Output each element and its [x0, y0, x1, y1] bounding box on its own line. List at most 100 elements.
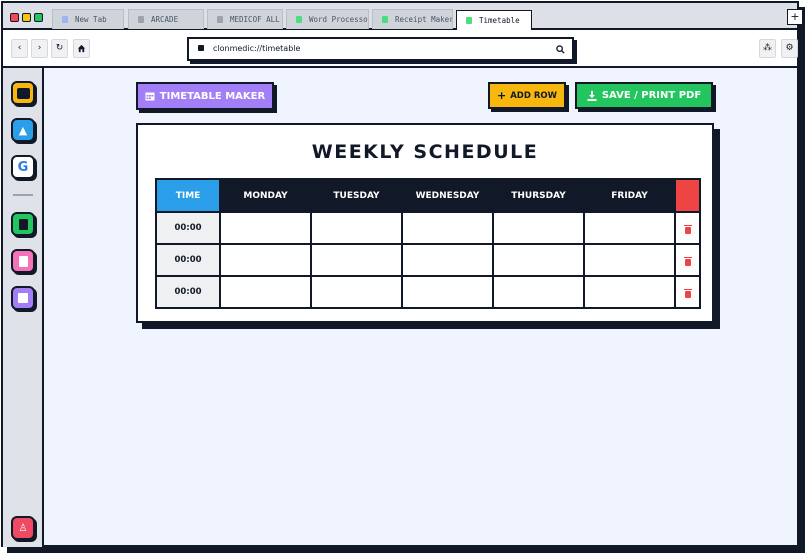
trash-icon	[683, 288, 692, 298]
tab-word-processor[interactable]: Word Processor	[286, 9, 369, 29]
schedule-cell[interactable]	[219, 275, 312, 309]
minimize-window-dot[interactable]	[22, 13, 31, 22]
app-sidebar: ▲ G ♙	[3, 68, 44, 547]
gamepad-icon	[16, 87, 30, 99]
add-row-button[interactable]: + ADD ROW	[488, 82, 566, 109]
tab-favicon-icon	[62, 16, 68, 23]
timetable-maker-button[interactable]: TIMETABLE MAKER	[136, 82, 274, 110]
document-icon	[18, 218, 28, 230]
tab-label: New Tab	[75, 15, 107, 24]
delete-row-button[interactable]	[674, 275, 701, 309]
sidebar-item-school[interactable]: ▲	[11, 118, 35, 142]
maximize-window-dot[interactable]	[34, 13, 43, 22]
tab-label: Receipt Maker	[395, 15, 453, 24]
sidebar-item-timetable[interactable]	[11, 286, 35, 310]
schedule-cell[interactable]	[492, 211, 585, 245]
tab-favicon-icon	[138, 16, 144, 23]
reload-icon: ↻	[55, 43, 64, 53]
home-button[interactable]	[73, 39, 90, 58]
delete-row-button[interactable]	[674, 211, 701, 245]
tab-favicon-icon	[296, 16, 302, 23]
back-button[interactable]: ‹	[11, 39, 28, 58]
schedule-cell[interactable]	[401, 275, 494, 309]
settings-button[interactable]: ⚙	[781, 39, 798, 58]
header-tuesday: TUESDAY	[310, 178, 403, 213]
tab-medicof-all[interactable]: MEDICOF ALL	[207, 9, 283, 29]
schedule-table: TIME MONDAY TUESDAY WEDNESDAY THURSDAY F…	[155, 178, 701, 309]
calendar-icon	[18, 293, 28, 303]
graduation-cap-icon: ▲	[18, 123, 28, 137]
header-thursday: THURSDAY	[492, 178, 585, 213]
address-text: clonmedic://timetable	[213, 44, 301, 53]
reload-button[interactable]: ↻	[51, 39, 68, 58]
new-tab-button[interactable]: +	[787, 9, 803, 25]
sidebar-item-google[interactable]: G	[11, 155, 35, 179]
schedule-cell[interactable]	[583, 275, 676, 309]
schedule-cell[interactable]	[219, 211, 312, 245]
header-row: TIME MONDAY TUESDAY WEDNESDAY THURSDAY F…	[155, 178, 701, 213]
sidebar-item-word[interactable]	[11, 212, 35, 236]
save-print-pdf-button[interactable]: SAVE / PRINT PDF	[575, 82, 713, 109]
schedule-cell[interactable]	[310, 211, 403, 245]
schedule-cell[interactable]	[401, 243, 494, 277]
timetable-maker-label: TIMETABLE MAKER	[159, 90, 266, 102]
download-icon	[587, 90, 597, 101]
close-window-dot[interactable]	[10, 13, 19, 22]
search-icon[interactable]	[556, 45, 565, 54]
sidebar-item-game[interactable]	[11, 81, 35, 105]
gear-icon: ⚙	[785, 43, 794, 53]
delete-row-button[interactable]	[674, 243, 701, 277]
schedule-cell[interactable]	[219, 243, 312, 277]
address-bar[interactable]: clonmedic://timetable	[187, 37, 574, 61]
table-row: 00:00	[155, 211, 701, 245]
tab-new-tab[interactable]: New Tab	[52, 9, 124, 29]
calendar-icon	[145, 92, 155, 101]
schedule-cell[interactable]	[310, 243, 403, 277]
tab-label: MEDICOF ALL	[230, 15, 280, 24]
time-cell[interactable]: 00:00	[155, 211, 221, 245]
sidebar-item-profile[interactable]: ♙	[11, 516, 35, 540]
schedule-card: WEEKLY SCHEDULE TIME MONDAY TUESDAY WEDN…	[136, 123, 714, 323]
forward-button[interactable]: ›	[31, 39, 48, 58]
header-delete-column	[674, 178, 701, 213]
tab-bar: New Tab ARCADE MEDICOF ALL Word Processo…	[3, 3, 803, 32]
sidebar-item-receipt[interactable]	[11, 249, 35, 273]
header-time: TIME	[155, 178, 221, 213]
tab-label: Timetable	[479, 16, 520, 25]
time-cell[interactable]: 00:00	[155, 275, 221, 309]
schedule-cell[interactable]	[401, 211, 494, 245]
tab-arcade[interactable]: ARCADE	[128, 9, 204, 29]
puzzle-icon: ⁂	[763, 43, 772, 53]
tab-favicon-icon	[382, 16, 388, 23]
schedule-cell[interactable]	[492, 243, 585, 277]
schedule-cell[interactable]	[583, 211, 676, 245]
tab-timetable[interactable]: Timetable	[456, 10, 532, 32]
lock-icon	[198, 45, 204, 51]
trash-icon	[683, 256, 692, 266]
schedule-title: WEEKLY SCHEDULE	[311, 141, 539, 163]
trash-icon	[683, 224, 692, 234]
time-cell[interactable]: 00:00	[155, 243, 221, 277]
header-monday: MONDAY	[219, 178, 312, 213]
tab-receipt-maker[interactable]: Receipt Maker	[372, 9, 453, 29]
browser-window: New Tab ARCADE MEDICOF ALL Word Processo…	[1, 1, 803, 547]
extensions-button[interactable]: ⁂	[759, 39, 776, 58]
tab-label: Word Processor	[309, 15, 369, 24]
home-icon	[77, 44, 86, 53]
table-row: 00:00	[155, 275, 701, 309]
schedule-cell[interactable]	[310, 275, 403, 309]
schedule-cell[interactable]	[492, 275, 585, 309]
sidebar-divider	[13, 194, 33, 196]
header-wednesday: WEDNESDAY	[401, 178, 494, 213]
navigation-bar: ‹ › ↻ clonmedic://timetable ⁂ ⚙	[3, 30, 798, 68]
chevron-right-icon: ›	[37, 43, 42, 53]
tab-favicon-icon	[466, 17, 472, 24]
plus-icon: +	[496, 89, 507, 102]
receipt-icon	[18, 255, 28, 267]
table-row: 00:00	[155, 243, 701, 277]
user-badge-icon: ♙	[18, 522, 28, 534]
tab-favicon-icon	[217, 16, 223, 23]
schedule-cell[interactable]	[583, 243, 676, 277]
google-icon: G	[17, 159, 29, 175]
add-row-label: ADD ROW	[510, 90, 557, 101]
